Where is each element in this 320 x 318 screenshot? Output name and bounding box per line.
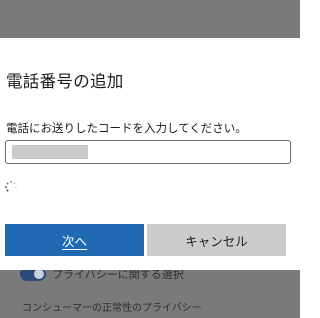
- add-phone-dialog: 電話番号の追加 電話にお送りしたコードを入力してください。 次へ キャンセル: [0, 38, 300, 270]
- dialog-title: 電話番号の追加: [6, 72, 124, 91]
- loading-spinner-icon: [5, 181, 17, 192]
- page: プライバシーに関する選択 コンシューマーの正常性のプライバシー 電話番号の追加 …: [0, 0, 300, 318]
- code-input[interactable]: [5, 140, 291, 164]
- cancel-button[interactable]: キャンセル: [147, 224, 286, 256]
- code-prompt: 電話にお送りしたコードを入力してください。: [6, 121, 247, 135]
- consumer-health-privacy-link[interactable]: コンシューマーの正常性のプライバシー: [22, 299, 202, 314]
- code-input-value: [12, 145, 88, 159]
- next-button[interactable]: 次へ: [5, 224, 144, 256]
